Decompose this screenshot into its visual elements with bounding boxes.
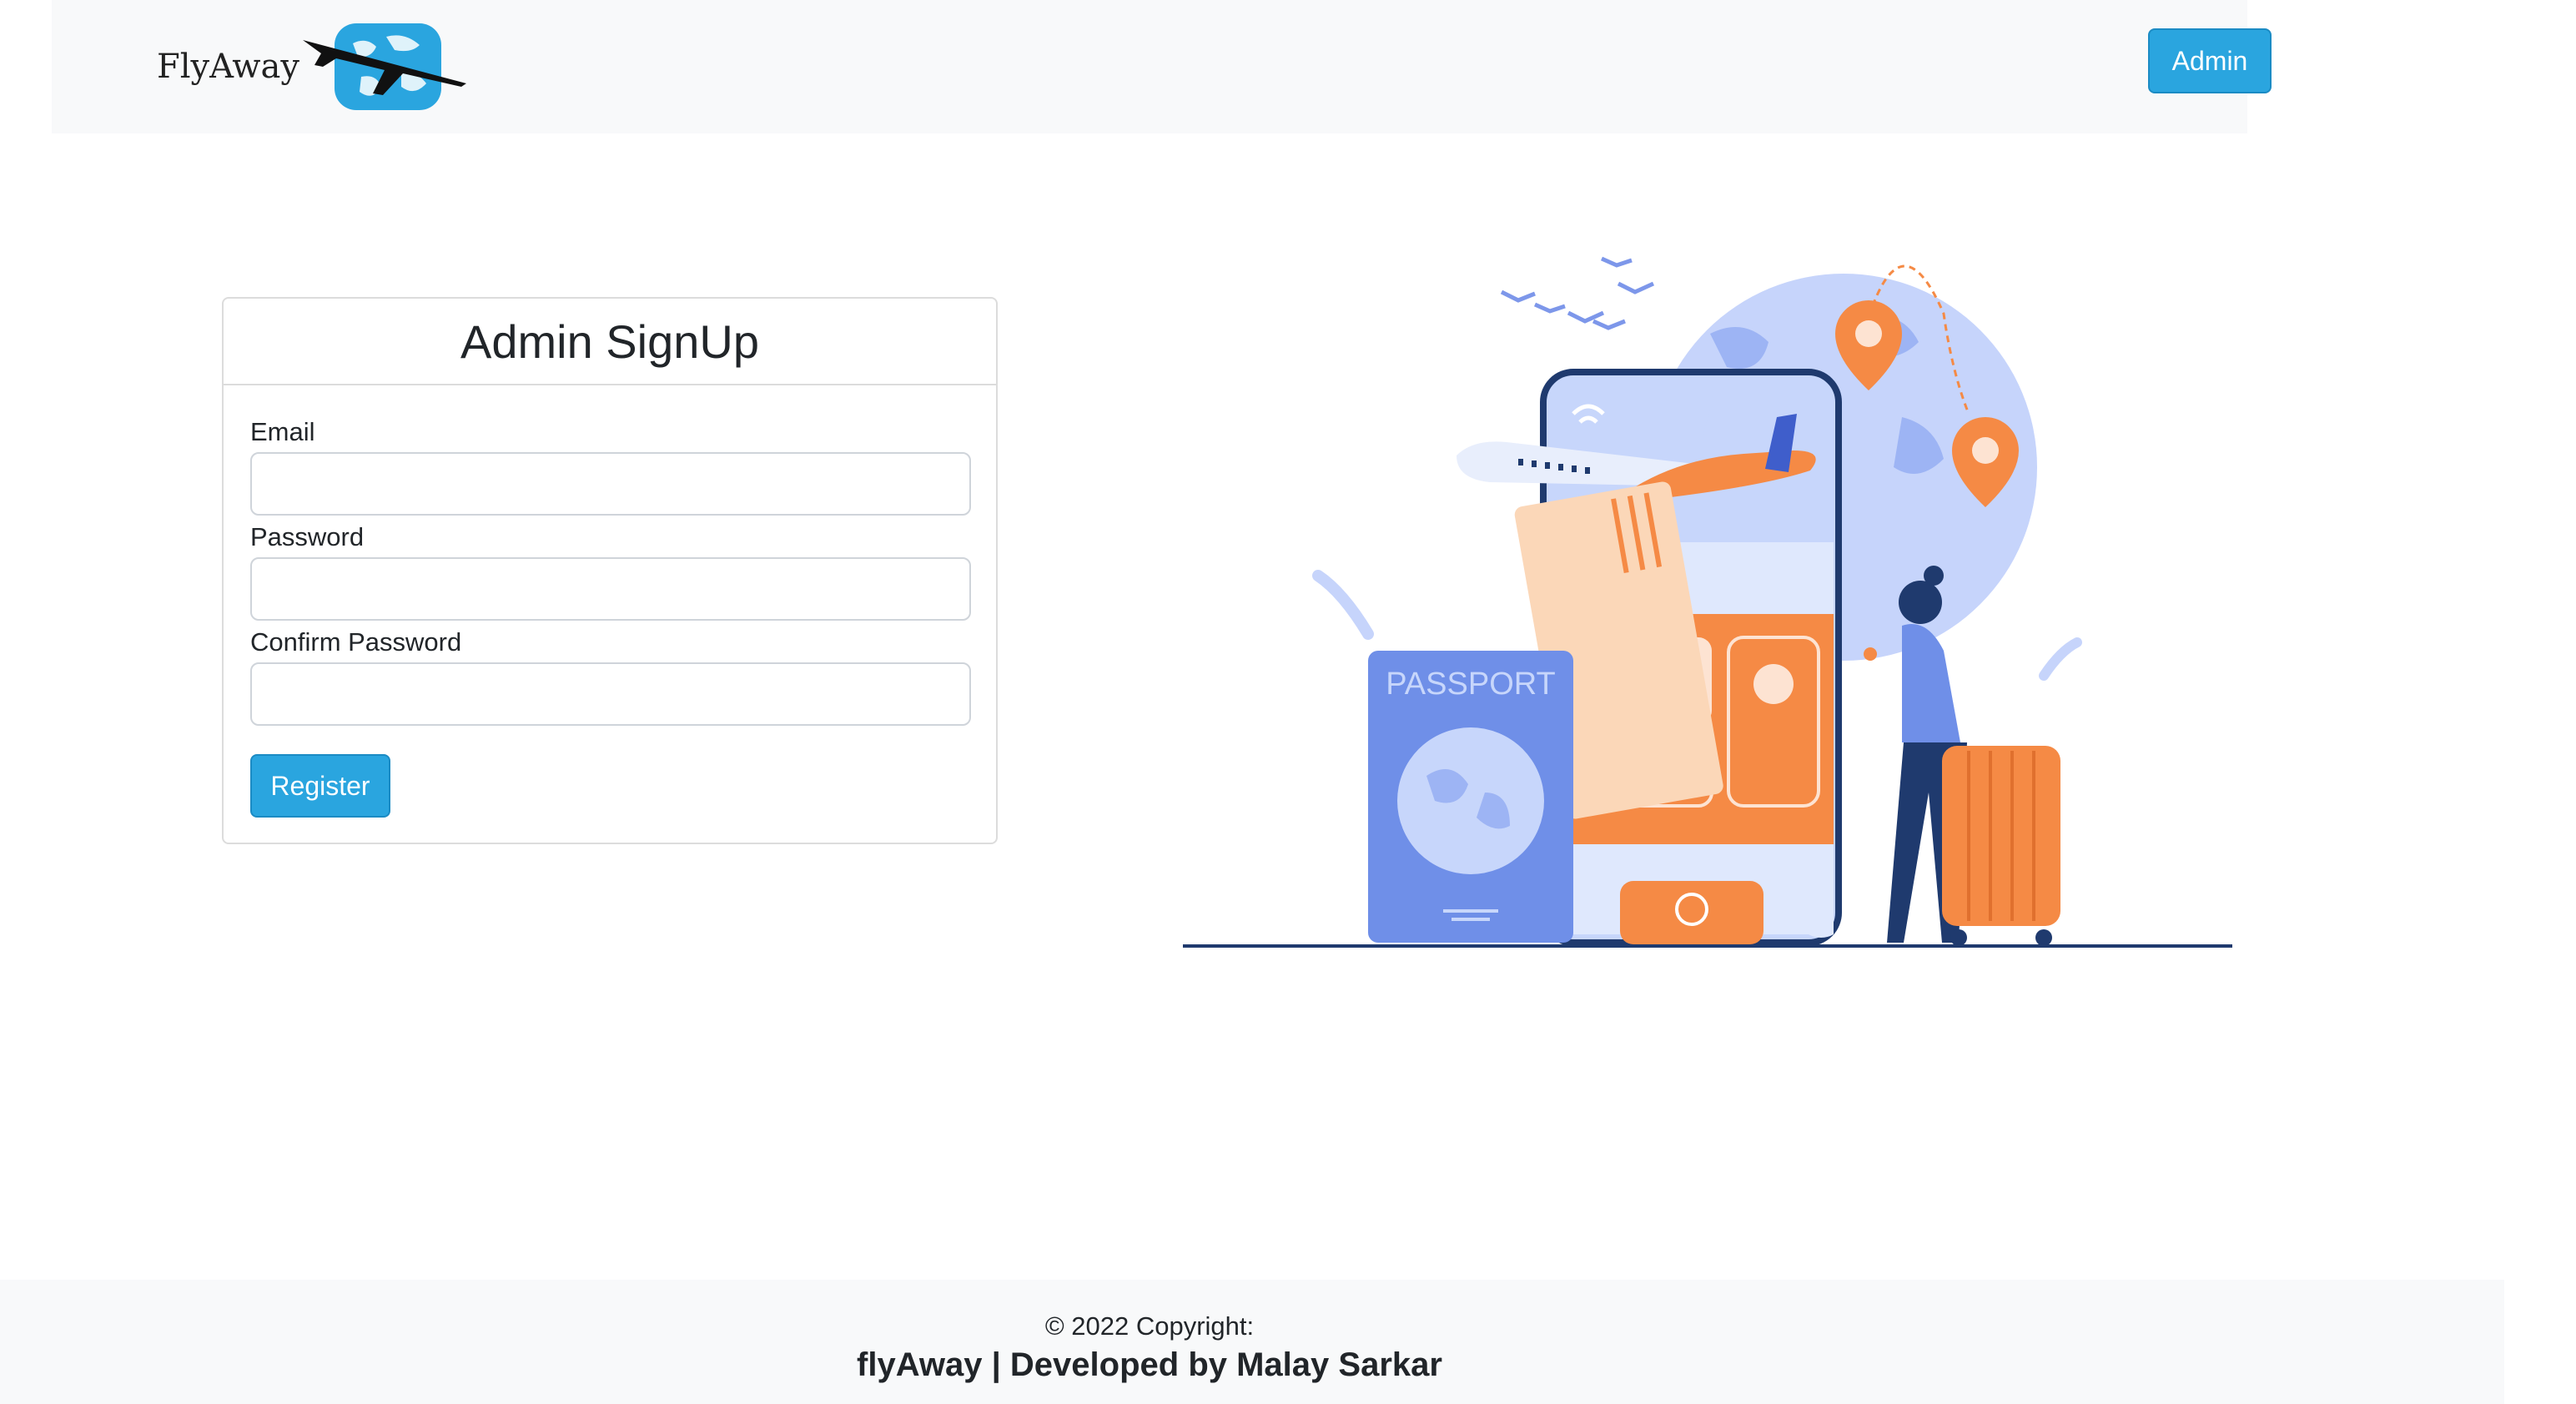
email-label: Email <box>250 417 315 446</box>
birds-illustration <box>1500 256 1655 330</box>
signup-card: Admin SignUp Email Password Confirm Pass… <box>222 297 998 844</box>
passport-illustration: PASSPORT <box>1368 651 1573 943</box>
developer-credit: flyAway | Developed by Malay Sarkar <box>857 1346 1442 1383</box>
airplane-globe-logo-icon <box>302 23 466 110</box>
email-field[interactable] <box>250 452 971 516</box>
passport-label: PASSPORT <box>1386 667 1555 702</box>
navbar: FlyAway Admin <box>52 0 2272 133</box>
confirm-password-label: Confirm Password <box>250 627 462 657</box>
brand-link[interactable]: FlyAway <box>157 18 466 115</box>
travel-illustration: PASSPORT <box>1183 256 2232 948</box>
password-field[interactable] <box>250 557 971 621</box>
suitcase-illustration <box>1942 746 2060 946</box>
signup-title: Admin SignUp <box>224 299 996 385</box>
confirm-password-field[interactable] <box>250 662 971 726</box>
copyright-text: © 2022 Copyright: <box>1044 1311 1255 1341</box>
brand-text: FlyAway <box>157 48 299 86</box>
register-button[interactable]: Register <box>250 754 390 818</box>
password-label: Password <box>250 522 365 551</box>
footer: © 2022 Copyright: flyAway | Developed by… <box>0 1280 2504 1404</box>
admin-button[interactable]: Admin <box>2148 28 2272 93</box>
